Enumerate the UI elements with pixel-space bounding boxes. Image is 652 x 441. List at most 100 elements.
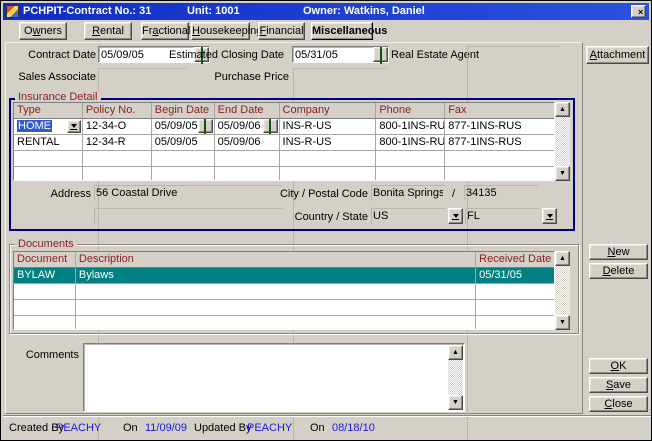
col-header-description: Description — [76, 252, 476, 268]
city-postal-label: City / Postal Code — [248, 188, 368, 200]
title-bar[interactable]: PCHPIT-Contract No.: 31 Unit: 1001 Owner… — [3, 3, 649, 20]
scroll-down-icon[interactable]: ▼ — [555, 315, 570, 330]
col-header-begin-date: Begin Date — [152, 103, 215, 119]
insurance-table-scrollbar[interactable]: ▲ ▼ — [555, 102, 570, 181]
estimated-closing-date-input[interactable] — [293, 47, 373, 62]
state-dropdown-icon[interactable] — [542, 208, 557, 224]
calendar-grid-glyph — [269, 119, 271, 135]
scroll-up-icon[interactable]: ▲ — [448, 345, 463, 360]
down-triangle-glyph — [453, 214, 459, 218]
estimated-closing-field-wrap — [292, 46, 389, 63]
new-button[interactable]: New — [589, 244, 648, 260]
down-triangle-glyph — [71, 124, 77, 128]
address-label: Address — [21, 188, 91, 200]
end-date-cell[interactable]: 05/09/06 — [215, 119, 280, 135]
document-cell[interactable]: BYLAW — [14, 268, 76, 284]
begin-date-cell[interactable]: 05/09/05 — [152, 135, 215, 151]
insurance-row-empty[interactable] — [14, 167, 554, 181]
window-title-unit: Unit: 1001 — [187, 5, 240, 17]
scroll-up-icon[interactable]: ▲ — [555, 251, 570, 266]
attachment-button[interactable]: Attachment — [586, 46, 649, 64]
begin-date-value: 05/09/05 — [155, 120, 198, 132]
window-title: PCHPIT-Contract No.: 31 — [23, 5, 151, 17]
delete-button[interactable]: Delete — [589, 263, 648, 279]
bar-glyph — [452, 219, 459, 220]
tab-financial[interactable]: Financial — [258, 22, 305, 40]
scrollbar-track[interactable] — [448, 360, 463, 395]
tab-miscellaneous[interactable]: Miscellaneous — [311, 22, 373, 40]
type-cell[interactable]: RENTAL — [14, 135, 83, 151]
documents-row-empty[interactable] — [14, 284, 554, 300]
documents-row-selected[interactable]: BYLAW Bylaws 05/31/05 — [14, 268, 554, 284]
company-cell[interactable]: INS-R-US — [280, 135, 377, 151]
documents-row-empty[interactable] — [14, 316, 554, 330]
end-date-value: 05/09/06 — [218, 120, 261, 132]
description-cell[interactable]: Bylaws — [76, 268, 476, 284]
col-header-end-date: End Date — [215, 103, 280, 119]
documents-row-empty[interactable] — [14, 300, 554, 316]
state-select[interactable] — [465, 208, 539, 224]
documents-table: Document Description Received Date BYLAW… — [13, 251, 555, 330]
phone-cell[interactable]: 800-1INS-RUS — [376, 119, 445, 135]
tab-housekeeping[interactable]: Housekeeping — [191, 22, 250, 40]
app-icon — [6, 5, 19, 18]
status-divider — [3, 415, 651, 417]
dropdown-icon[interactable] — [67, 120, 81, 133]
comments-scrollbar[interactable]: ▲ ▼ — [448, 345, 463, 410]
insurance-row-home[interactable]: HOME 12-34-O 05/09/05 05/09/06 INS-R-US … — [14, 119, 554, 135]
col-header-fax: Fax — [445, 103, 554, 119]
insurance-table: Type Policy No. Begin Date End Date Comp… — [13, 102, 555, 181]
fax-cell[interactable]: 877-1INS-RUS — [445, 119, 554, 135]
ok-button[interactable]: OK — [589, 358, 648, 374]
col-header-policy-no: Policy No. — [83, 103, 152, 119]
scrollbar-track[interactable] — [555, 117, 570, 166]
close-icon[interactable]: × — [631, 5, 646, 18]
policy-no-cell[interactable]: 12-34-R — [83, 135, 152, 151]
company-cell[interactable]: INS-R-US — [280, 119, 377, 135]
documents-table-scrollbar[interactable]: ▲ ▼ — [555, 251, 570, 330]
begin-date-cell[interactable]: 05/09/05 — [152, 119, 215, 135]
phone-cell[interactable]: 800-1INS-RUS — [376, 135, 445, 151]
city-input[interactable] — [371, 185, 445, 201]
insurance-header-row: Type Policy No. Begin Date End Date Comp… — [14, 103, 554, 119]
updated-by-value: PEACHY — [247, 422, 292, 434]
end-date-cell[interactable]: 05/09/06 — [215, 135, 280, 151]
city-postal-separator: / — [452, 188, 455, 200]
bar-glyph — [70, 129, 77, 130]
calendar-icon[interactable] — [373, 47, 388, 62]
col-header-received-date: Received Date — [476, 252, 554, 268]
save-button[interactable]: Save — [589, 377, 648, 393]
scroll-up-icon[interactable]: ▲ — [555, 102, 570, 117]
policy-no-cell[interactable]: 12-34-O — [83, 119, 152, 135]
calendar-icon[interactable] — [198, 119, 213, 133]
calendar-grid-glyph — [380, 47, 382, 64]
updated-on-value: 08/18/10 — [332, 422, 375, 434]
estimated-closing-date-label: Estimated Closing Date — [159, 49, 284, 61]
col-header-company: Company — [280, 103, 377, 119]
tab-fractional[interactable]: Fractional — [141, 22, 189, 40]
country-select[interactable] — [371, 208, 446, 224]
contract-date-label: Contract Date — [9, 49, 96, 61]
type-combobox-cell[interactable]: HOME — [14, 119, 83, 135]
created-on-label: On — [123, 422, 138, 434]
tab-owners[interactable]: Owners — [19, 22, 67, 40]
insurance-row-empty[interactable] — [14, 151, 554, 167]
postal-code-input[interactable] — [464, 185, 538, 201]
tab-rental[interactable]: Rental — [84, 22, 132, 40]
documents-group-label: Documents — [15, 238, 77, 250]
contract-window: PCHPIT-Contract No.: 31 Unit: 1001 Owner… — [0, 0, 652, 441]
col-header-document: Document — [14, 252, 76, 268]
scroll-down-icon[interactable]: ▼ — [555, 166, 570, 181]
comments-textarea[interactable] — [83, 343, 465, 412]
country-dropdown-icon[interactable] — [448, 208, 463, 224]
down-triangle-glyph — [547, 214, 553, 218]
close-button[interactable]: Close — [589, 396, 648, 412]
sales-associate-label: Sales Associate — [9, 71, 96, 83]
fax-cell[interactable]: 877-1INS-RUS — [445, 135, 554, 151]
received-date-cell[interactable]: 05/31/05 — [476, 268, 554, 284]
insurance-row-rental[interactable]: RENTAL 12-34-R 05/09/05 05/09/06 INS-R-U… — [14, 135, 554, 151]
type-value-selected: HOME — [17, 120, 52, 132]
scrollbar-track[interactable] — [555, 266, 570, 315]
scroll-down-icon[interactable]: ▼ — [448, 395, 463, 410]
calendar-icon[interactable] — [263, 119, 278, 133]
